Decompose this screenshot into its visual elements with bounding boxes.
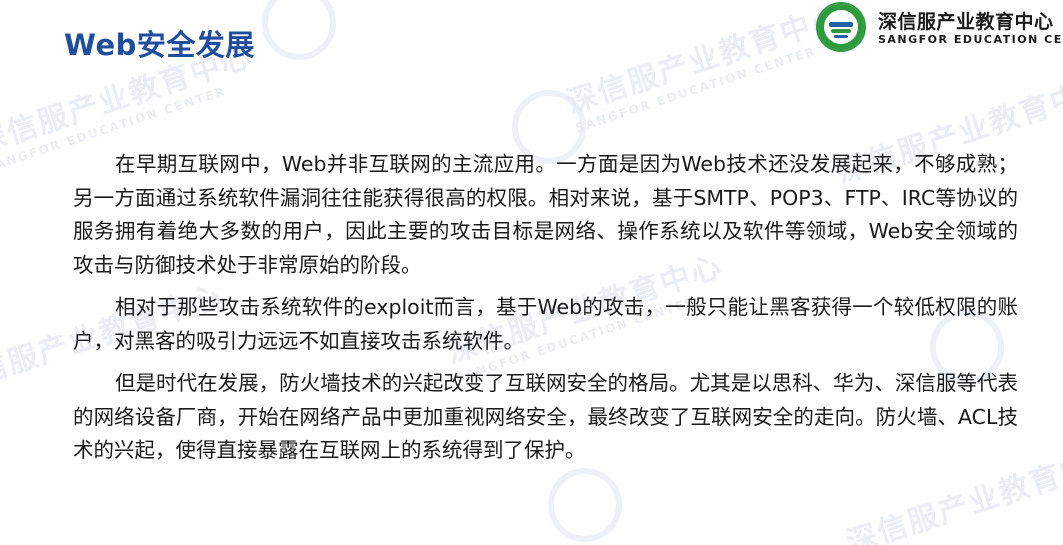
logo-name-cn: 深信服产业教育中心 bbox=[878, 11, 1054, 33]
page-title: Web安全发展 bbox=[64, 28, 255, 62]
content-body: 在早期互联网中，Web并非互联网的主流应用。一方面是因为Web技术还没发展起来，… bbox=[73, 148, 1018, 477]
watermark-circle bbox=[548, 468, 622, 542]
paragraph: 在早期互联网中，Web并非互联网的主流应用。一方面是因为Web技术还没发展起来，… bbox=[73, 152, 1018, 277]
sangfor-logo: 深信服产业教育中心 SANGFOR EDUCATION CENTER bbox=[812, 2, 1063, 54]
watermark-circle bbox=[262, 0, 336, 60]
slide: 深信服产业教育中心 SANGFOR EDUCATION CENTER 深信服产业… bbox=[0, 0, 1063, 545]
paragraph: 但是时代在发展，防火墙技术的兴起改变了互联网安全的格局。尤其是以思科、华为、深信… bbox=[73, 371, 1018, 462]
sangfor-education-badge-icon bbox=[816, 2, 866, 52]
logo-name-en: SANGFOR EDUCATION CENTER bbox=[878, 33, 1063, 46]
paragraph: 相对于那些攻击系统软件的exploit而言，基于Web的攻击，一般只能让黑客获得… bbox=[73, 295, 1018, 353]
watermark: 深信服产业教育中心 SANGFOR EDUCATION CENTER bbox=[560, 0, 852, 135]
